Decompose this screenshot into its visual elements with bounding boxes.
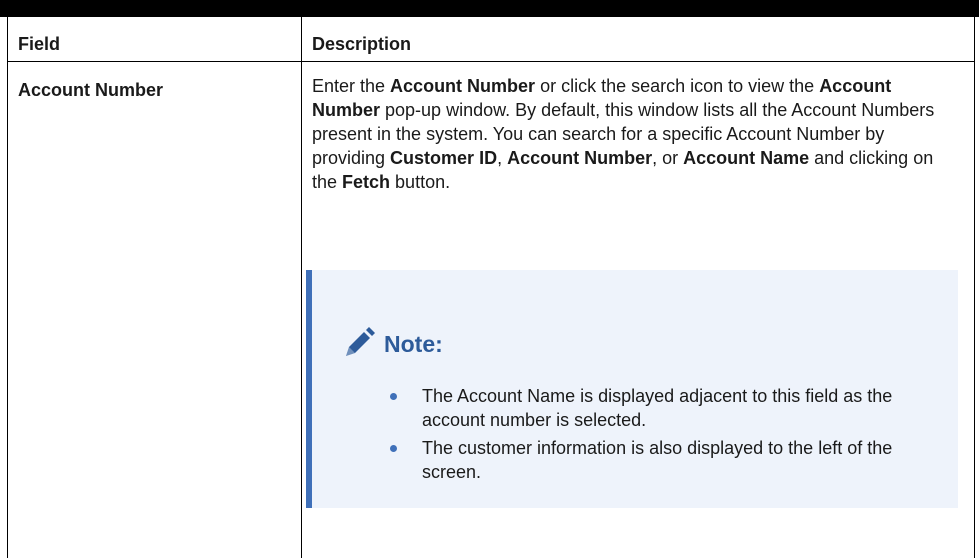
note-bullet-list: The Account Name is displayed adjacent t… (390, 384, 950, 488)
desc-part: , (497, 148, 508, 168)
field-description-text: Enter the Account Number or click the se… (312, 74, 962, 194)
desc-bold: Account Number (390, 76, 536, 96)
note-title: Note: (384, 330, 443, 357)
desc-bold: Customer ID (390, 148, 498, 168)
column-divider (301, 17, 302, 558)
note-bullet-item: The Account Name is displayed adjacent t… (390, 384, 950, 432)
header-description: Description (312, 34, 412, 54)
header-field: Field (18, 34, 61, 54)
note-box: Note: The Account Name is displayed adja… (306, 270, 958, 508)
header-rule (8, 61, 974, 62)
desc-part: or click the search icon to view the (535, 76, 820, 96)
bullet-dot (390, 445, 397, 452)
desc-bold: Account Number (507, 148, 653, 168)
desc-bold: Account Name (683, 148, 810, 168)
desc-bold: Fetch (342, 172, 391, 192)
note-bullet-text: The customer information is also display… (422, 438, 893, 482)
bullet-dot (390, 393, 397, 400)
top-border-bar (0, 0, 979, 17)
desc-part: , or (652, 148, 684, 168)
pencil-icon (346, 327, 375, 356)
note-header: Note: (340, 326, 443, 362)
field-name-account-number: Account Number (18, 80, 164, 100)
note-bullet-item: The customer information is also display… (390, 436, 950, 484)
note-bullet-text: The Account Name is displayed adjacent t… (422, 386, 893, 430)
desc-part: Enter the (312, 76, 391, 96)
desc-part: button. (390, 172, 451, 192)
